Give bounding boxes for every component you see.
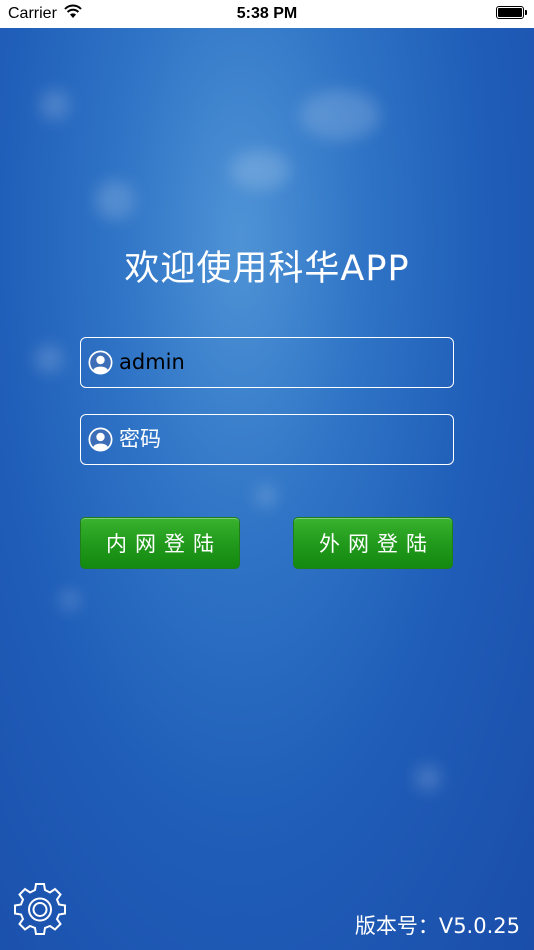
intranet-login-button[interactable]: 内网登陆 xyxy=(80,517,240,569)
password-input[interactable] xyxy=(119,423,439,455)
background-glow xyxy=(35,345,63,373)
battery-level xyxy=(498,8,522,17)
background-glow xyxy=(60,590,80,610)
status-time: 5:38 PM xyxy=(236,5,298,22)
password-field[interactable] xyxy=(80,414,454,465)
user-icon xyxy=(88,350,113,375)
gear-icon[interactable] xyxy=(13,882,67,936)
user-icon xyxy=(88,427,113,452)
background-glow xyxy=(40,90,70,120)
status-bar: Carrier 5:38 PM xyxy=(0,0,534,28)
background-glow xyxy=(300,90,380,140)
username-input[interactable] xyxy=(119,346,439,378)
background-glow xyxy=(95,180,135,220)
background-glow xyxy=(415,765,441,791)
username-field[interactable] xyxy=(80,337,454,388)
battery-icon xyxy=(496,6,527,19)
page-title: 欢迎使用科华APP xyxy=(124,249,410,289)
extranet-login-button[interactable]: 外网登陆 xyxy=(293,517,453,569)
background-glow xyxy=(230,150,290,190)
version-label: 版本号：V5.0.25 xyxy=(354,914,520,938)
background-glow xyxy=(255,485,277,507)
